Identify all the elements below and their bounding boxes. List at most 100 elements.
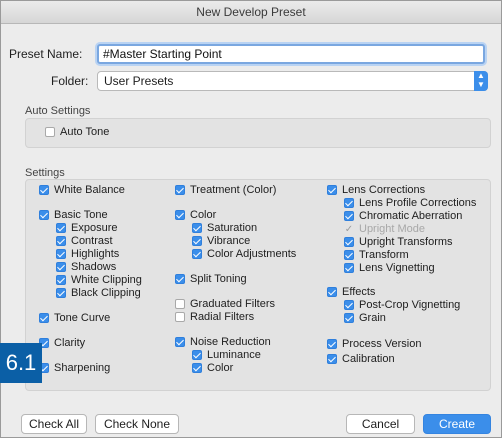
nr-color-checkbox[interactable]: Color: [192, 362, 233, 374]
shadows-checkbox[interactable]: Shadows: [56, 261, 116, 273]
checkbox-checked-icon: [192, 223, 202, 233]
contrast-checkbox[interactable]: Contrast: [56, 235, 113, 247]
checkbox-checked-icon: [327, 354, 337, 364]
exposure-label: Exposure: [71, 222, 118, 234]
check-none-button[interactable]: Check None: [95, 414, 179, 434]
grain-label: Grain: [359, 312, 386, 324]
color-adjustments-checkbox[interactable]: Color Adjustments: [192, 248, 296, 260]
checkbox-checked-icon: [344, 198, 354, 208]
white-clipping-checkbox[interactable]: White Clipping: [56, 274, 142, 286]
checkbox-checked-icon: [327, 287, 337, 297]
checkbox-checked-icon: [344, 313, 354, 323]
checkbox-checked-icon: [56, 236, 66, 246]
checkbox-checked-icon: [192, 236, 202, 246]
process-version-checkbox[interactable]: Process Version: [327, 338, 421, 350]
split-toning-checkbox[interactable]: Split Toning: [175, 273, 247, 285]
transform-label: Transform: [359, 249, 409, 261]
checkmark-disabled-icon: ✓: [344, 223, 354, 235]
white-clipping-label: White Clipping: [71, 274, 142, 286]
saturation-label: Saturation: [207, 222, 258, 234]
checkbox-checked-icon: [56, 262, 66, 272]
graduated-filters-checkbox[interactable]: Graduated Filters: [175, 298, 275, 310]
basic-tone-label: Basic Tone: [54, 209, 108, 221]
highlights-label: Highlights: [71, 248, 120, 260]
color-checkbox[interactable]: Color: [175, 209, 216, 221]
auto-tone-checkbox[interactable]: Auto Tone: [45, 126, 109, 138]
checkbox-unchecked-icon: [175, 299, 185, 309]
preset-name-input[interactable]: #Master Starting Point: [97, 44, 485, 64]
grain-checkbox[interactable]: Grain: [344, 312, 386, 324]
checkbox-checked-icon: [39, 185, 49, 195]
clarity-label: Clarity: [54, 337, 86, 349]
new-develop-preset-dialog: New Develop Preset Preset Name: #Master …: [0, 0, 502, 438]
sharpening-checkbox[interactable]: Sharpening: [39, 362, 110, 374]
checkbox-checked-icon: [344, 211, 354, 221]
highlights-checkbox[interactable]: Highlights: [56, 248, 119, 260]
radial-filters-checkbox[interactable]: Radial Filters: [175, 311, 254, 323]
nr-color-label: Color: [207, 362, 234, 374]
checkbox-checked-icon: [344, 263, 354, 273]
checkbox-checked-icon: [327, 339, 337, 349]
folder-select[interactable]: User Presets ▲ ▼: [97, 71, 488, 91]
upright-transforms-checkbox[interactable]: Upright Transforms: [344, 236, 453, 248]
contrast-label: Contrast: [71, 235, 113, 247]
preset-name-label: Preset Name:: [9, 47, 83, 61]
calibration-checkbox[interactable]: Calibration: [327, 353, 395, 365]
vibrance-label: Vibrance: [207, 235, 251, 247]
auto-settings-title: Auto Settings: [25, 105, 91, 117]
chromatic-aberration-checkbox[interactable]: Chromatic Aberration: [344, 210, 462, 222]
treatment-label: Treatment (Color): [190, 184, 277, 196]
lens-vignetting-checkbox[interactable]: Lens Vignetting: [344, 262, 435, 274]
checkbox-checked-icon: [344, 237, 354, 247]
clarity-checkbox[interactable]: Clarity: [39, 337, 85, 349]
chromatic-aberration-label: Chromatic Aberration: [359, 210, 463, 222]
noise-reduction-checkbox[interactable]: Noise Reduction: [175, 336, 271, 348]
checkbox-checked-icon: [56, 249, 66, 259]
color-adjustments-label: Color Adjustments: [207, 248, 297, 260]
cancel-button[interactable]: Cancel: [346, 414, 415, 434]
checkbox-checked-icon: [175, 274, 185, 284]
checkbox-checked-icon: [192, 363, 202, 373]
saturation-checkbox[interactable]: Saturation: [192, 222, 257, 234]
exposure-checkbox[interactable]: Exposure: [56, 222, 117, 234]
checkbox-checked-icon: [344, 300, 354, 310]
lens-corrections-checkbox[interactable]: Lens Corrections: [327, 184, 425, 196]
calibration-label: Calibration: [342, 353, 395, 365]
luminance-checkbox[interactable]: Luminance: [192, 349, 261, 361]
checkbox-checked-icon: [56, 275, 66, 285]
figure-number-badge: 6.1: [0, 343, 42, 383]
tone-curve-checkbox[interactable]: Tone Curve: [39, 312, 110, 324]
transform-checkbox[interactable]: Transform: [344, 249, 409, 261]
checkbox-checked-icon: [175, 337, 185, 347]
split-toning-label: Split Toning: [190, 273, 247, 285]
upright-mode-checkbox: ✓ Upright Mode: [344, 223, 425, 235]
lens-vignetting-label: Lens Vignetting: [359, 262, 435, 274]
window-title: New Develop Preset: [1, 1, 501, 24]
effects-checkbox[interactable]: Effects: [327, 286, 375, 298]
upright-mode-label: Upright Mode: [359, 223, 426, 235]
checkbox-unchecked-icon: [45, 127, 55, 137]
tone-curve-label: Tone Curve: [54, 312, 111, 324]
black-clipping-checkbox[interactable]: Black Clipping: [56, 287, 141, 299]
color-label: Color: [190, 209, 217, 221]
lens-profile-label: Lens Profile Corrections: [359, 197, 477, 209]
treatment-checkbox[interactable]: Treatment (Color): [175, 184, 276, 196]
basic-tone-checkbox[interactable]: Basic Tone: [39, 209, 108, 221]
graduated-filters-label: Graduated Filters: [190, 298, 275, 310]
luminance-label: Luminance: [207, 349, 261, 361]
vibrance-checkbox[interactable]: Vibrance: [192, 235, 250, 247]
checkbox-checked-icon: [56, 288, 66, 298]
white-balance-label: White Balance: [54, 184, 125, 196]
black-clipping-label: Black Clipping: [71, 287, 141, 299]
radial-filters-label: Radial Filters: [190, 311, 255, 323]
post-crop-vignetting-checkbox[interactable]: Post-Crop Vignetting: [344, 299, 460, 311]
checkbox-checked-icon: [56, 223, 66, 233]
shadows-label: Shadows: [71, 261, 117, 273]
chevron-updown-icon: ▲ ▼: [474, 71, 488, 91]
checkbox-checked-icon: [344, 250, 354, 260]
white-balance-checkbox[interactable]: White Balance: [39, 184, 125, 196]
lens-profile-checkbox[interactable]: Lens Profile Corrections: [344, 197, 476, 209]
upright-transforms-label: Upright Transforms: [359, 236, 453, 248]
create-button[interactable]: Create: [423, 414, 491, 434]
check-all-button[interactable]: Check All: [21, 414, 87, 434]
